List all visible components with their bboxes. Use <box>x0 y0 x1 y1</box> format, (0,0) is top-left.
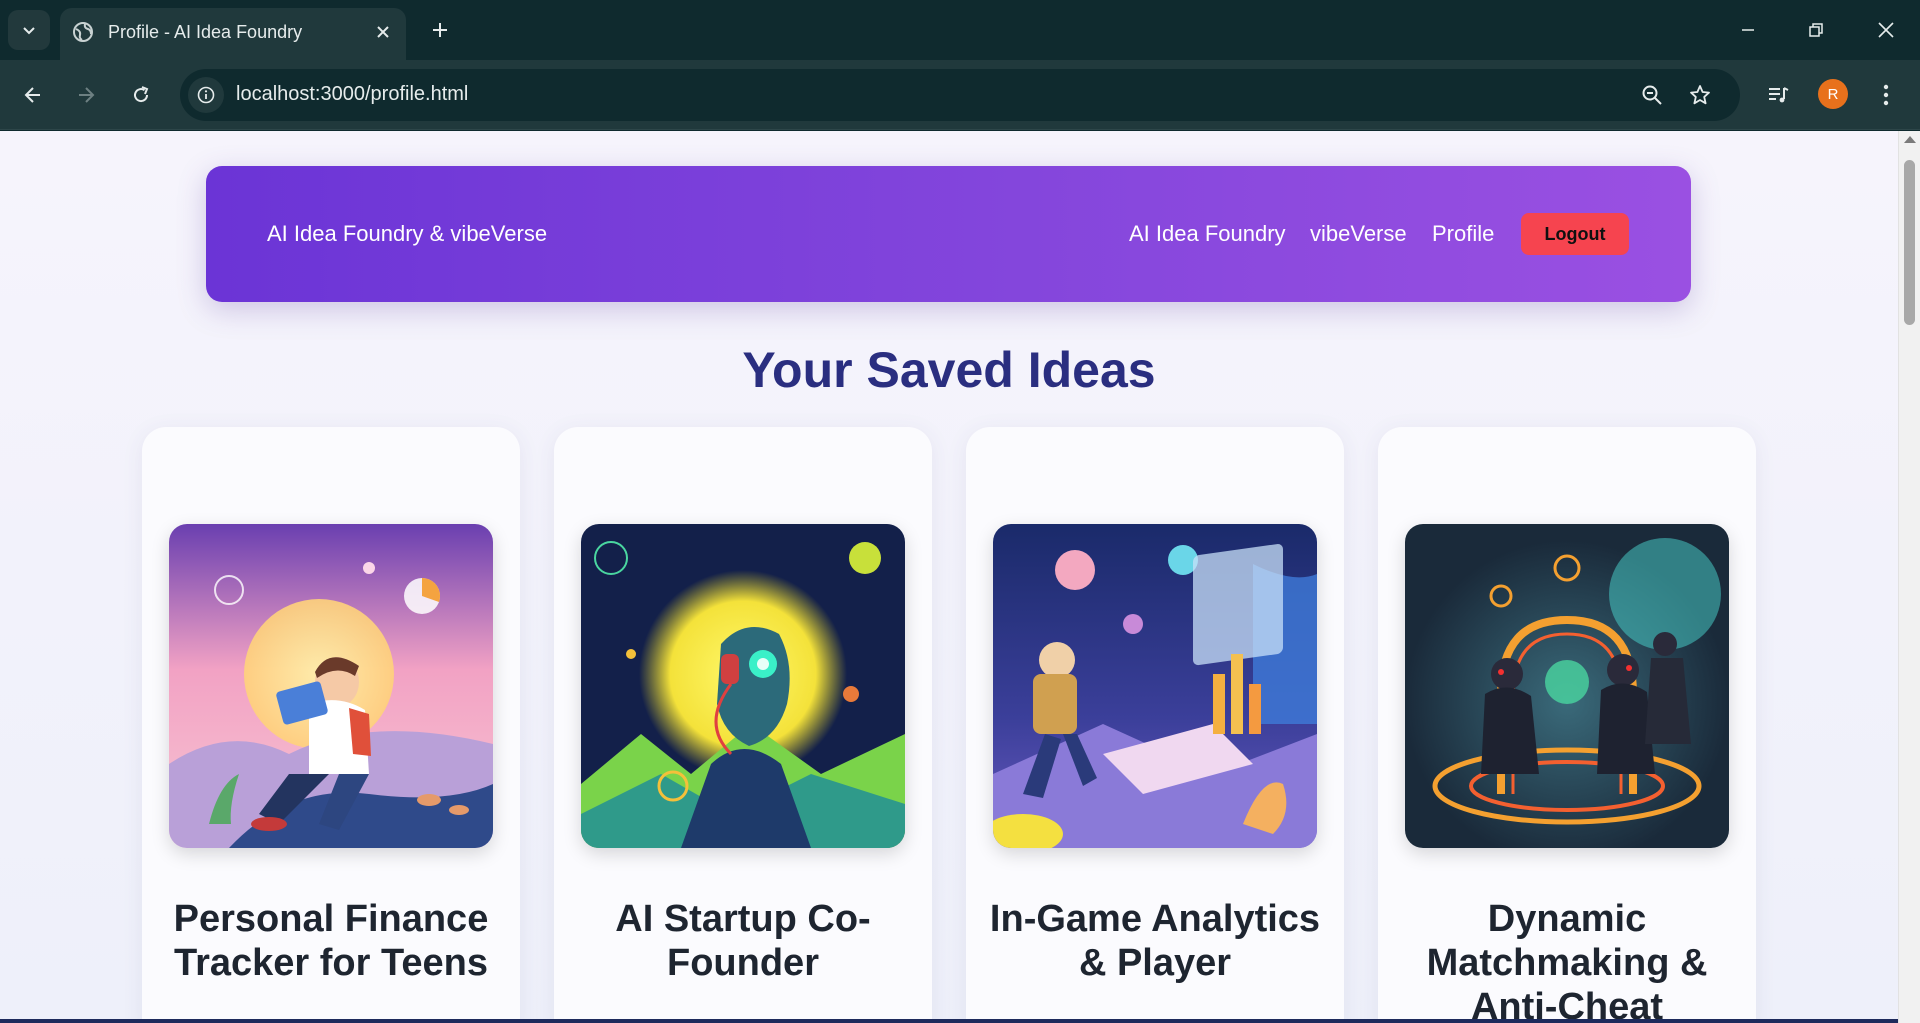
page-scrollbar[interactable] <box>1898 131 1920 1023</box>
tab-title: Profile - AI Idea Foundry <box>108 22 303 42</box>
tab-search-button[interactable] <box>8 10 50 50</box>
media-controls-button[interactable] <box>1759 76 1797 114</box>
idea-card-title: In-Game Analytics & Player <box>989 898 1321 984</box>
plus-icon <box>433 23 447 37</box>
browser-tabstrip: Profile - AI Idea Foundry <box>0 0 1920 60</box>
profile-avatar[interactable]: R <box>1818 79 1848 109</box>
kebab-menu-icon <box>1883 84 1889 106</box>
zoom-out-icon <box>1642 85 1662 105</box>
zoom-button[interactable] <box>1636 79 1668 111</box>
idea-card[interactable]: Personal Finance Tracker for Teens <box>142 427 520 1023</box>
globe-icon <box>73 22 93 42</box>
page-bottom-edge <box>0 1019 1898 1023</box>
browser-menu-button[interactable] <box>1867 76 1905 114</box>
address-bar[interactable]: localhost:3000/profile.html <box>180 69 1740 121</box>
logout-button[interactable]: Logout <box>1521 213 1629 255</box>
chevron-down-icon <box>23 27 35 35</box>
site-navbar: AI Idea Foundry & vibeVerse AI Idea Foun… <box>206 166 1691 302</box>
forward-button[interactable] <box>65 74 107 116</box>
idea-card[interactable]: In-Game Analytics & Player <box>966 427 1344 1023</box>
idea-card[interactable]: Dynamic Matchmaking & Anti-Cheat <box>1378 427 1756 1023</box>
close-icon <box>377 26 389 38</box>
reload-icon <box>134 86 149 103</box>
matchmaking-illustration <box>1405 524 1729 848</box>
arrow-right-icon <box>79 87 95 103</box>
scroll-up-arrow-icon[interactable] <box>1904 136 1916 143</box>
idea-card-title: Dynamic Matchmaking & Anti-Cheat <box>1426 898 1708 1023</box>
idea-card[interactable]: AI Startup Co-Founder <box>554 427 932 1023</box>
music-queue-icon <box>1769 87 1789 103</box>
browser-toolbar: localhost:3000/profile.html R <box>0 60 1920 130</box>
nav-link-profile[interactable]: Profile <box>1432 221 1494 247</box>
browser-tab-active[interactable]: Profile - AI Idea Foundry <box>60 8 406 60</box>
site-info-button[interactable] <box>188 77 224 113</box>
close-icon <box>1878 22 1894 38</box>
restore-button[interactable] <box>1782 0 1850 60</box>
url-text[interactable]: localhost:3000/profile.html <box>236 83 468 106</box>
info-icon <box>197 86 215 104</box>
minimize-icon <box>1742 29 1754 31</box>
scroll-thumb[interactable] <box>1904 160 1915 325</box>
arrow-left-icon <box>24 87 40 103</box>
close-window-button[interactable] <box>1852 0 1920 60</box>
nav-link-vibeverse[interactable]: vibeVerse <box>1310 221 1407 247</box>
page-viewport: AI Idea Foundry & vibeVerse AI Idea Foun… <box>0 131 1898 1023</box>
nav-link-ai-idea-foundry[interactable]: AI Idea Foundry <box>1129 221 1286 247</box>
idea-card-title: Personal Finance Tracker for Teens <box>173 898 489 984</box>
back-button[interactable] <box>12 74 54 116</box>
idea-card-title: AI Startup Co-Founder <box>615 898 871 984</box>
restore-icon <box>1809 23 1823 37</box>
game-analytics-illustration <box>993 524 1317 848</box>
tab-close-button[interactable] <box>370 19 396 45</box>
page-title: Your Saved Ideas <box>742 342 1156 398</box>
new-tab-button[interactable] <box>422 12 458 48</box>
reload-button[interactable] <box>120 74 162 116</box>
star-icon <box>1690 85 1710 105</box>
bookmark-button[interactable] <box>1684 79 1716 111</box>
ai-robot-illustration <box>581 524 905 848</box>
teen-finance-illustration <box>169 524 493 848</box>
site-brand[interactable]: AI Idea Foundry & vibeVerse <box>267 221 547 247</box>
minimize-button[interactable] <box>1714 0 1782 60</box>
